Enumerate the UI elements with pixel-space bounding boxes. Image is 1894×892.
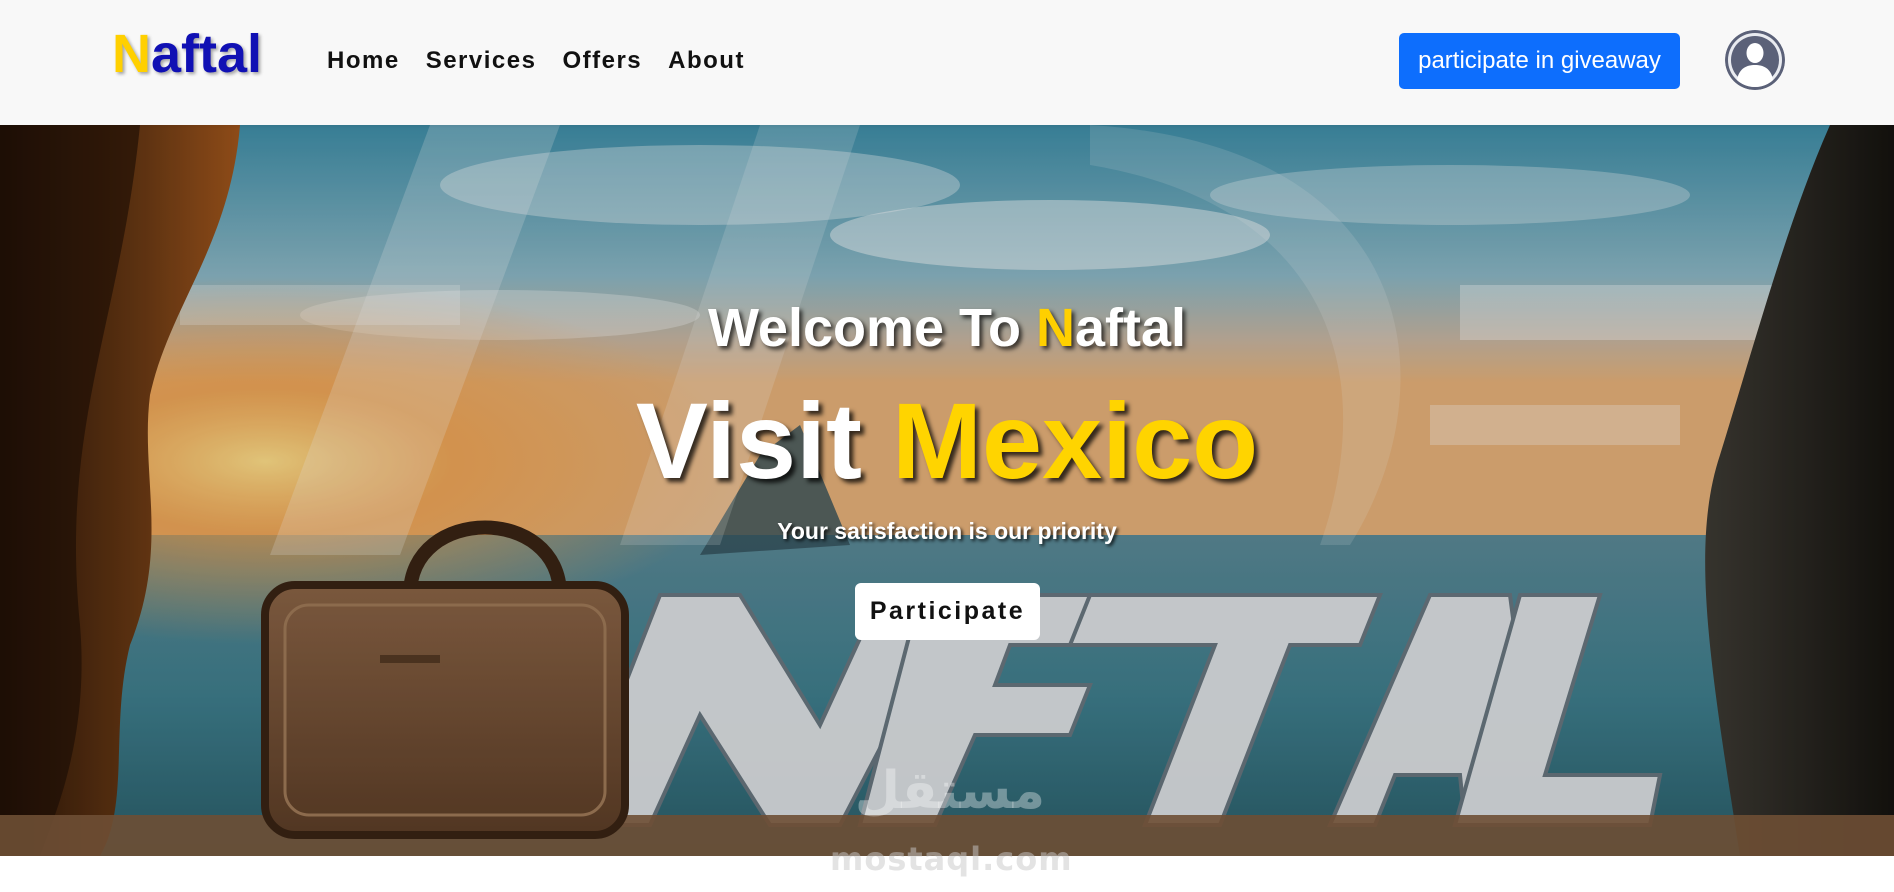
visit-word: Visit bbox=[635, 380, 862, 501]
participate-button[interactable]: Participate bbox=[855, 583, 1040, 640]
user-silhouette-icon bbox=[1725, 30, 1785, 90]
hero-section: Welcome To Naftal Visit Mexico Your sati… bbox=[0, 125, 1894, 856]
nav-offers-link[interactable]: Offers bbox=[562, 47, 642, 75]
hero-content: Welcome To Naftal Visit Mexico Your sati… bbox=[0, 125, 1894, 856]
hero-title: Visit Mexico bbox=[0, 387, 1894, 495]
nav-services-link[interactable]: Services bbox=[426, 47, 537, 75]
welcome-suffix: aftal bbox=[1075, 298, 1187, 358]
welcome-accent-letter: N bbox=[1036, 298, 1075, 358]
hero-tagline: Your satisfaction is our priority bbox=[777, 518, 1117, 544]
nav-about-link[interactable]: About bbox=[668, 47, 745, 75]
brand-logo[interactable]: Naftal bbox=[112, 27, 262, 81]
watermark-url-text: mostaql.com bbox=[830, 840, 1073, 878]
user-avatar-icon[interactable] bbox=[1725, 30, 1785, 90]
welcome-heading: Welcome To Naftal bbox=[0, 301, 1894, 355]
participate-giveaway-button[interactable]: participate in giveaway bbox=[1399, 33, 1680, 89]
welcome-prefix: Welcome To bbox=[707, 298, 1036, 358]
destination-word: Mexico bbox=[892, 380, 1259, 501]
nav-home-link[interactable]: Home bbox=[327, 47, 400, 75]
logo-initial: N bbox=[112, 24, 151, 84]
main-nav: Home Services Offers About bbox=[327, 47, 745, 75]
logo-text: aftal bbox=[151, 24, 263, 84]
top-navbar: Naftal Home Services Offers About partic… bbox=[0, 0, 1894, 125]
